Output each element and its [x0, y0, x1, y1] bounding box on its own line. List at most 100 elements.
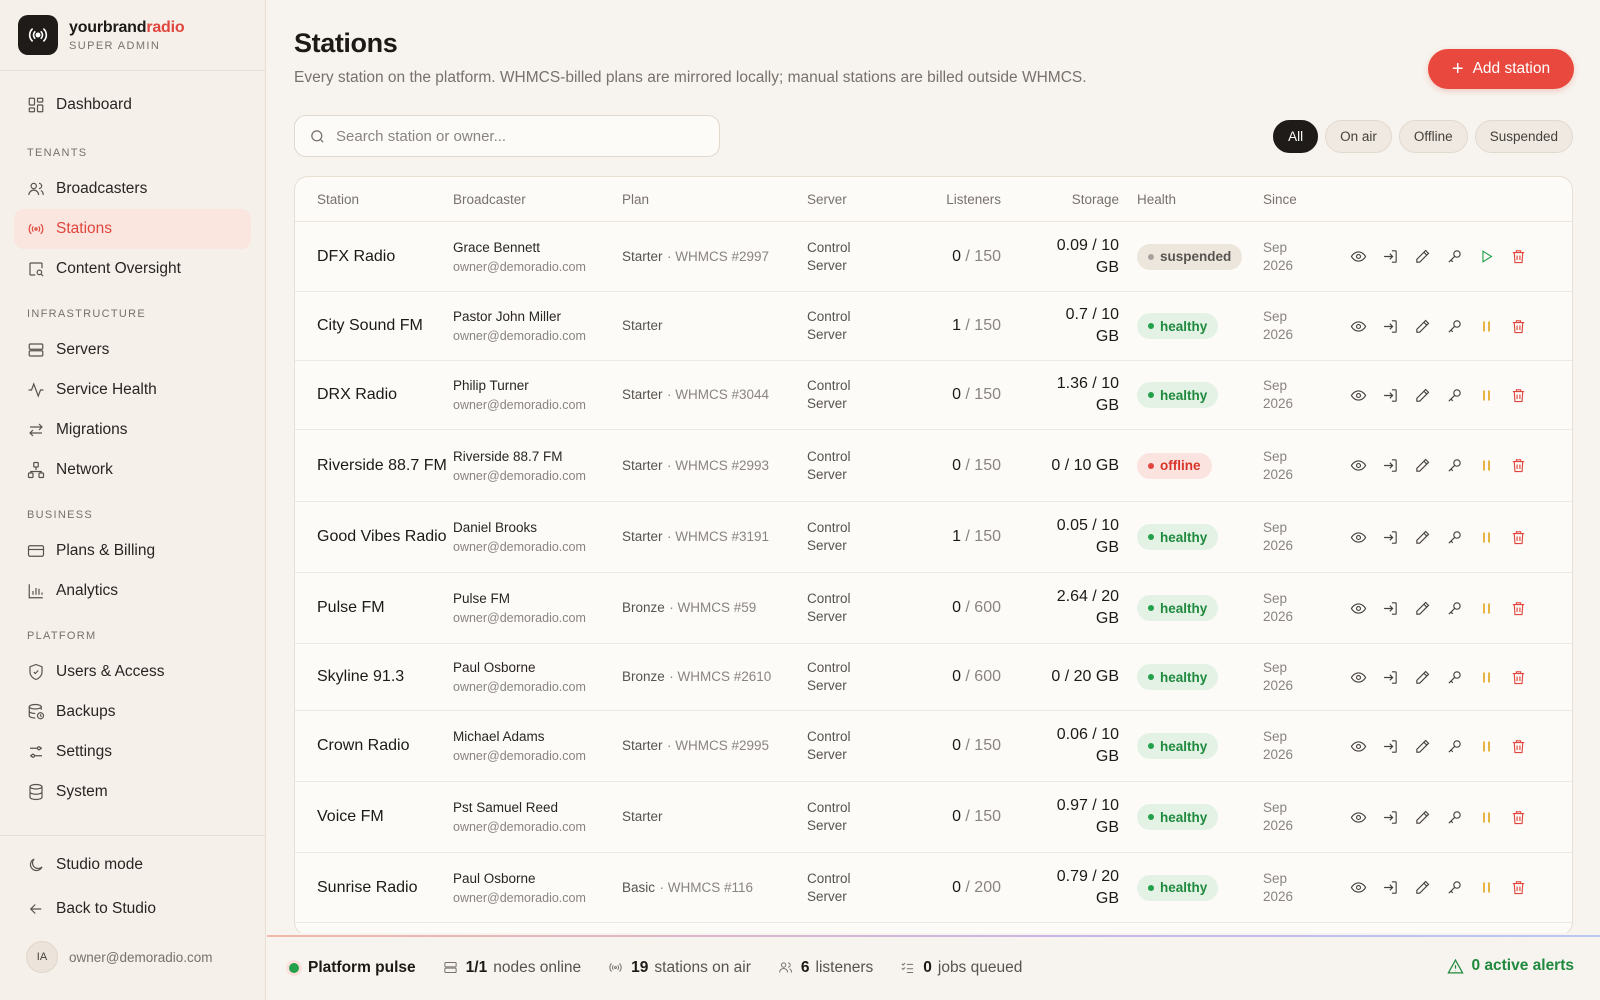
suspend-station-button[interactable] — [1477, 808, 1495, 826]
edit-station-button[interactable] — [1413, 808, 1431, 826]
active-alerts-link[interactable]: 0 active alerts — [1447, 957, 1574, 975]
delete-station-button[interactable] — [1509, 599, 1527, 617]
sidebar-item-dashboard[interactable]: Dashboard — [14, 85, 251, 125]
station-name[interactable]: DFX Radio — [317, 246, 453, 268]
impersonate-button[interactable] — [1381, 457, 1399, 475]
sidebar-item-analytics[interactable]: Analytics — [14, 571, 251, 611]
impersonate-button[interactable] — [1381, 879, 1399, 897]
table-row[interactable]: DFX Radio Grace Bennett owner@demoradio.co… — [295, 222, 1572, 292]
column-header-since[interactable]: Since — [1263, 192, 1349, 207]
sidebar-item-settings[interactable]: Settings — [14, 732, 251, 772]
impersonate-button[interactable] — [1381, 248, 1399, 266]
column-header-plan[interactable]: Plan — [622, 192, 807, 207]
credentials-button[interactable] — [1445, 668, 1463, 686]
column-header-health[interactable]: Health — [1123, 192, 1263, 207]
suspend-station-button[interactable] — [1477, 317, 1495, 335]
impersonate-button[interactable] — [1381, 737, 1399, 755]
sidebar-item-servers[interactable]: Servers — [14, 330, 251, 370]
delete-station-button[interactable] — [1509, 386, 1527, 404]
sidebar-item-network[interactable]: Network — [14, 450, 251, 490]
view-station-button[interactable] — [1349, 879, 1367, 897]
delete-station-button[interactable] — [1509, 737, 1527, 755]
suspend-station-button[interactable] — [1477, 528, 1495, 546]
sidebar-item-migrations[interactable]: Migrations — [14, 410, 251, 450]
filter-chip-offline[interactable]: Offline — [1398, 120, 1468, 153]
station-name[interactable]: City Sound FM — [317, 315, 453, 337]
credentials-button[interactable] — [1445, 737, 1463, 755]
delete-station-button[interactable] — [1509, 528, 1527, 546]
edit-station-button[interactable] — [1413, 386, 1431, 404]
column-header-server[interactable]: Server — [807, 192, 902, 207]
back-to-studio-link[interactable]: Back to Studio — [14, 889, 251, 929]
view-station-button[interactable] — [1349, 528, 1367, 546]
edit-station-button[interactable] — [1413, 668, 1431, 686]
table-row[interactable]: Pulse FM Pulse FM owner@demoradio.com Bronz… — [295, 573, 1572, 644]
view-station-button[interactable] — [1349, 386, 1367, 404]
view-station-button[interactable] — [1349, 248, 1367, 266]
station-name[interactable]: Sunrise Radio — [317, 877, 453, 899]
station-name[interactable]: Riverside 88.7 FM — [317, 455, 453, 477]
credentials-button[interactable] — [1445, 386, 1463, 404]
credentials-button[interactable] — [1445, 248, 1463, 266]
sidebar-item-system[interactable]: System — [14, 772, 251, 812]
view-station-button[interactable] — [1349, 317, 1367, 335]
column-header-station[interactable]: Station — [295, 192, 453, 207]
table-row[interactable]: Skyline 91.3 Paul Osborne owner@demoradio.… — [295, 644, 1572, 711]
credentials-button[interactable] — [1445, 808, 1463, 826]
table-row[interactable]: Riverside 88.7 FM Riverside 88.7 FM owner@… — [295, 430, 1572, 502]
sidebar-item-content-oversight[interactable]: Content Oversight — [14, 249, 251, 289]
delete-station-button[interactable] — [1509, 879, 1527, 897]
delete-station-button[interactable] — [1509, 248, 1527, 266]
filter-chip-on-air[interactable]: On air — [1325, 120, 1392, 153]
edit-station-button[interactable] — [1413, 599, 1431, 617]
station-name[interactable]: DRX Radio — [317, 384, 453, 406]
station-name[interactable]: Pulse FM — [317, 597, 453, 619]
credentials-button[interactable] — [1445, 528, 1463, 546]
suspend-station-button[interactable] — [1477, 879, 1495, 897]
suspend-station-button[interactable] — [1477, 668, 1495, 686]
impersonate-button[interactable] — [1381, 808, 1399, 826]
station-name[interactable]: Good Vibes Radio — [317, 526, 453, 548]
station-name[interactable]: Skyline 91.3 — [317, 666, 453, 688]
sidebar-item-users-access[interactable]: Users & Access — [14, 652, 251, 692]
filter-chip-suspended[interactable]: Suspended — [1474, 120, 1573, 153]
search-input[interactable] — [336, 127, 706, 145]
view-station-button[interactable] — [1349, 808, 1367, 826]
studio-mode-toggle[interactable]: Studio mode — [14, 845, 251, 885]
station-name[interactable]: Voice FM — [317, 806, 453, 828]
station-name[interactable]: Crown Radio — [317, 735, 453, 757]
credentials-button[interactable] — [1445, 599, 1463, 617]
sidebar-item-stations[interactable]: Stations — [14, 209, 251, 249]
edit-station-button[interactable] — [1413, 248, 1431, 266]
filter-chip-all[interactable]: All — [1273, 120, 1319, 153]
impersonate-button[interactable] — [1381, 317, 1399, 335]
delete-station-button[interactable] — [1509, 457, 1527, 475]
resume-station-button[interactable] — [1477, 248, 1495, 266]
view-station-button[interactable] — [1349, 599, 1367, 617]
credentials-button[interactable] — [1445, 879, 1463, 897]
suspend-station-button[interactable] — [1477, 737, 1495, 755]
impersonate-button[interactable] — [1381, 668, 1399, 686]
impersonate-button[interactable] — [1381, 386, 1399, 404]
user-profile[interactable]: IA owner@demoradio.com — [26, 941, 265, 973]
credentials-button[interactable] — [1445, 457, 1463, 475]
table-row[interactable]: DRX Radio Philip Turner owner@demoradio.co… — [295, 361, 1572, 430]
edit-station-button[interactable] — [1413, 737, 1431, 755]
column-header-listeners[interactable]: Listeners — [902, 192, 1005, 207]
edit-station-button[interactable] — [1413, 317, 1431, 335]
add-station-button[interactable]: + Add station — [1428, 49, 1574, 89]
credentials-button[interactable] — [1445, 317, 1463, 335]
delete-station-button[interactable] — [1509, 668, 1527, 686]
sidebar-item-backups[interactable]: Backups — [14, 692, 251, 732]
table-row[interactable]: Voice FM Pst Samuel Reed owner@demoradio.c… — [295, 782, 1572, 853]
table-row[interactable]: Good Vibes Radio Daniel Brooks owner@demor… — [295, 502, 1572, 573]
view-station-button[interactable] — [1349, 737, 1367, 755]
suspend-station-button[interactable] — [1477, 599, 1495, 617]
column-header-broadcaster[interactable]: Broadcaster — [453, 192, 622, 207]
sidebar-item-broadcasters[interactable]: Broadcasters — [14, 169, 251, 209]
impersonate-button[interactable] — [1381, 599, 1399, 617]
delete-station-button[interactable] — [1509, 808, 1527, 826]
impersonate-button[interactable] — [1381, 528, 1399, 546]
column-header-storage[interactable]: Storage — [1005, 192, 1123, 207]
view-station-button[interactable] — [1349, 457, 1367, 475]
